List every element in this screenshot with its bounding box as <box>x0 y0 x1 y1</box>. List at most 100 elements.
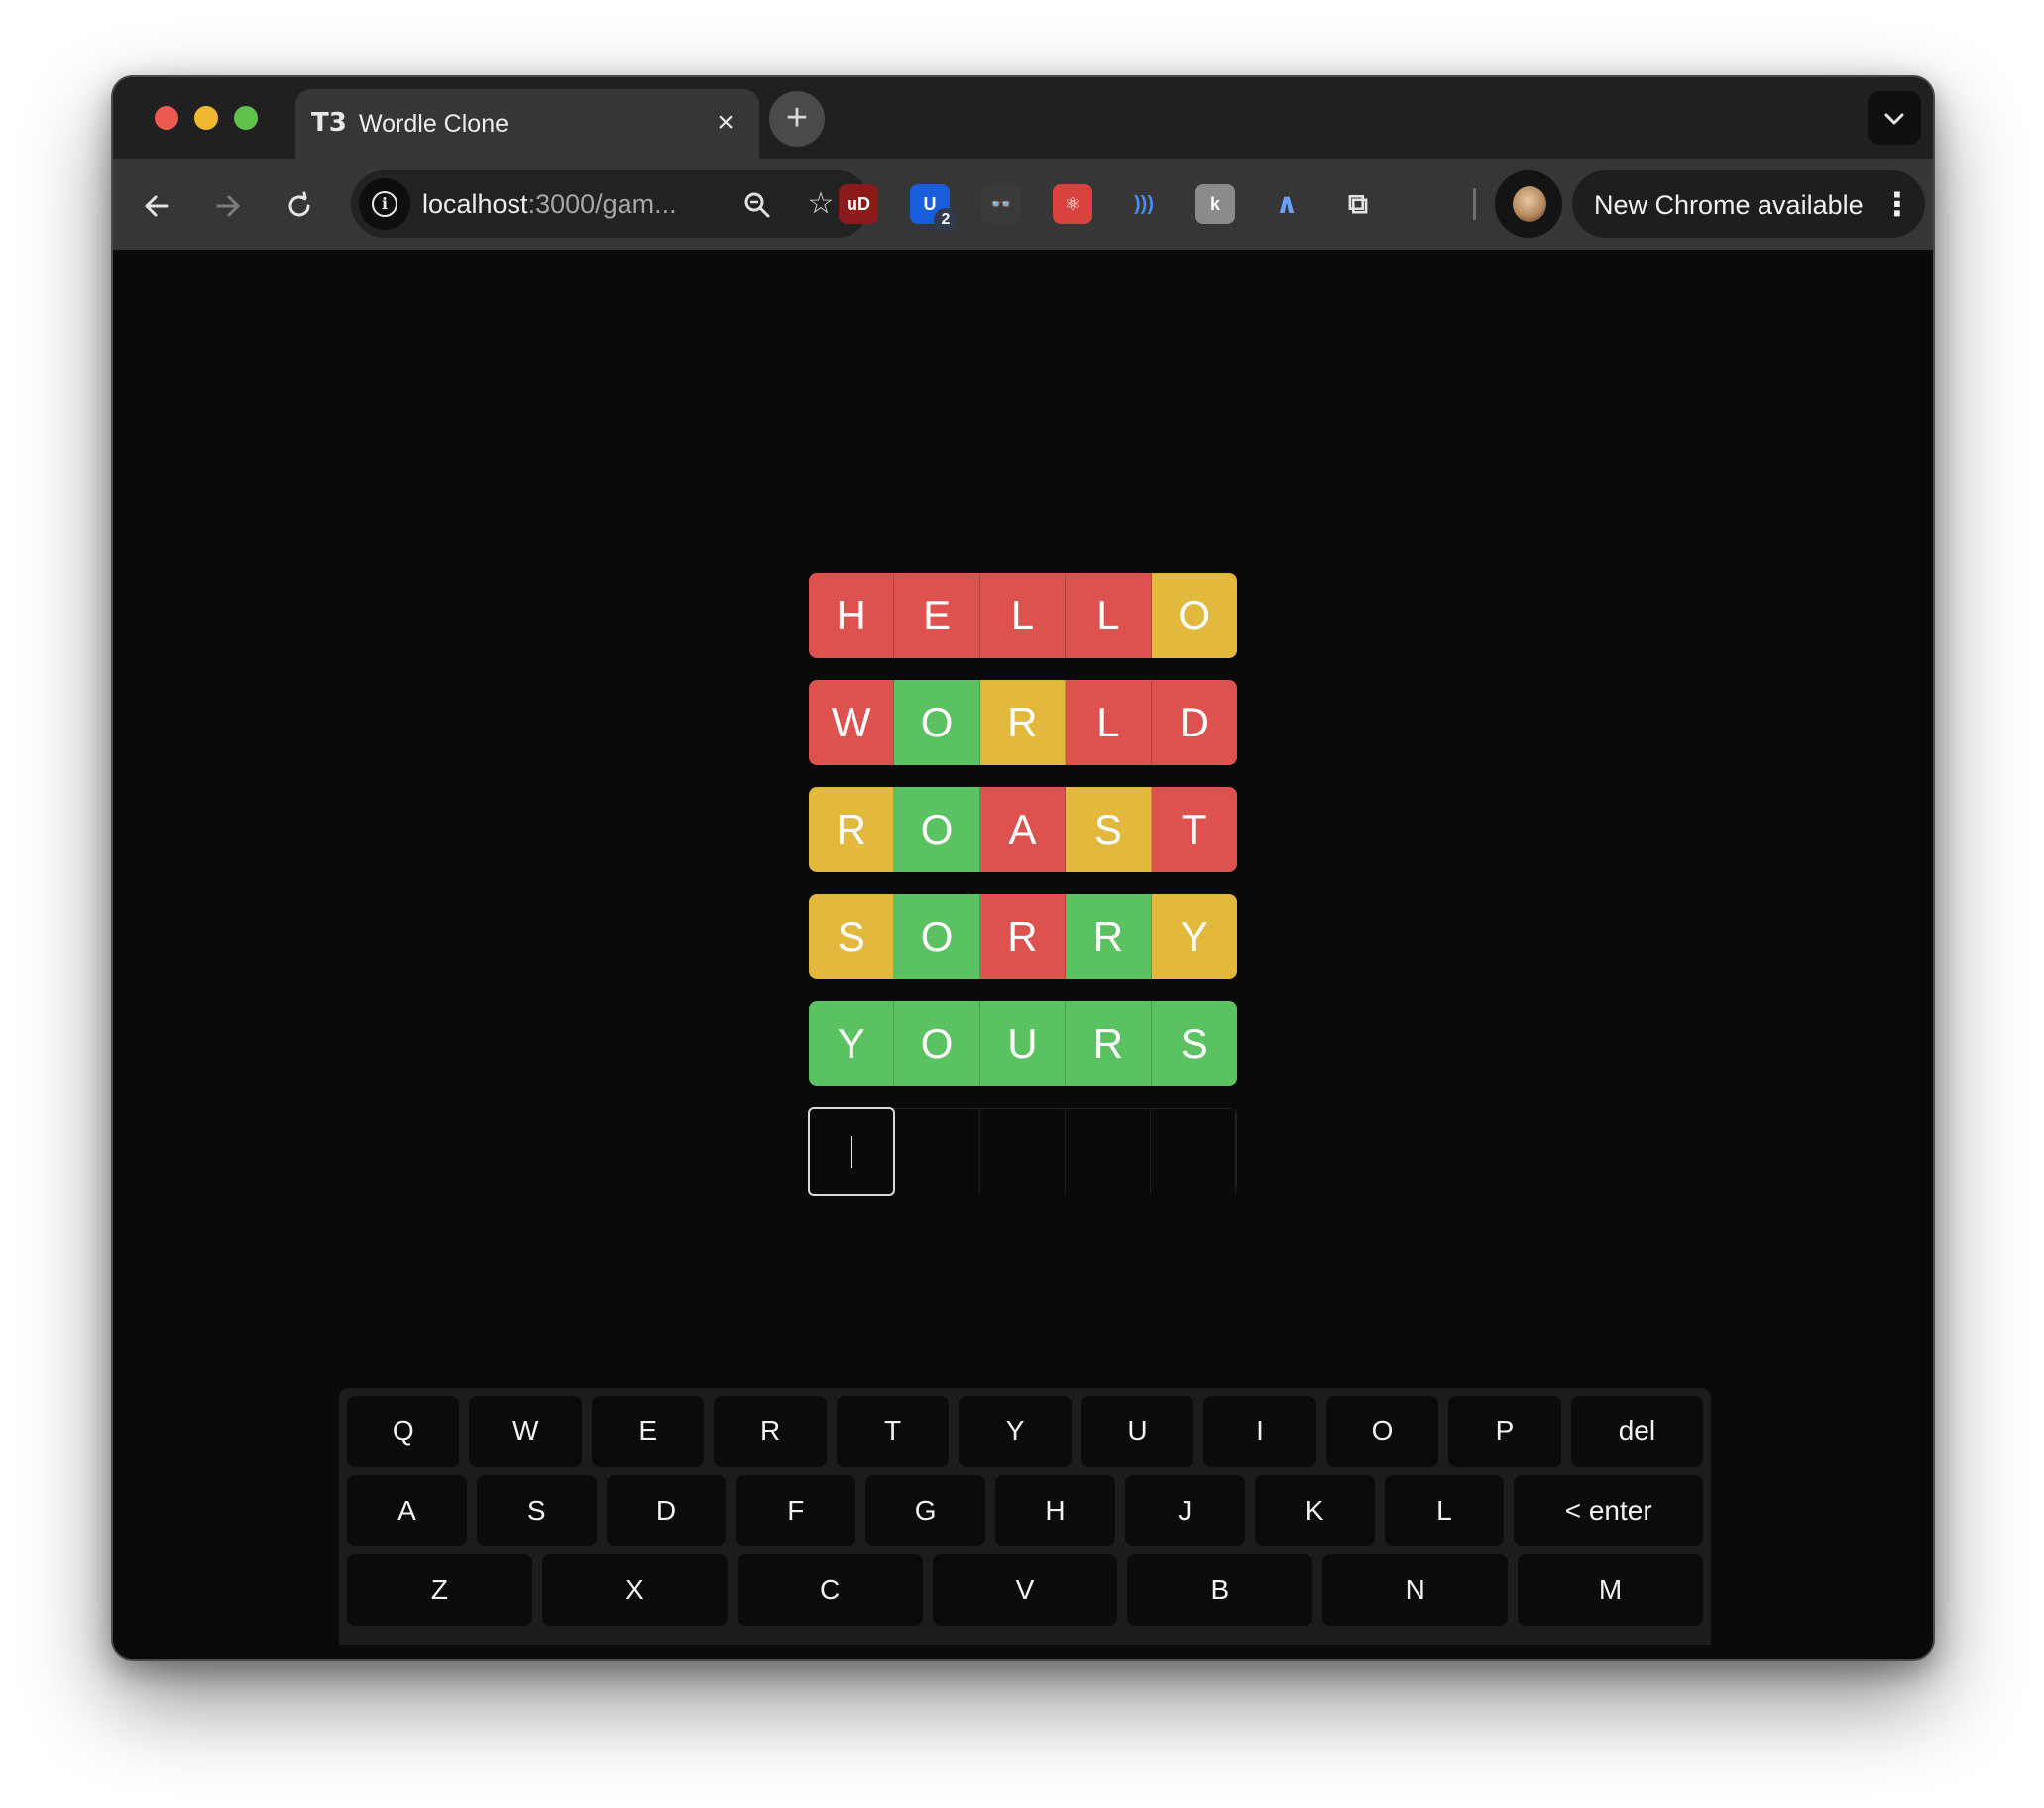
new-chrome-available-button[interactable]: New Chrome available ⋮ <box>1572 170 1925 238</box>
close-tab-icon[interactable]: × <box>706 103 745 143</box>
key-l[interactable]: L <box>1384 1475 1505 1546</box>
update-label: New Chrome available <box>1594 190 1864 220</box>
key-o[interactable]: O <box>1325 1396 1439 1467</box>
react-devtools-extension-icon[interactable]: ⚛ <box>1053 184 1092 224</box>
minimize-window-button[interactable] <box>194 106 218 130</box>
close-window-button[interactable] <box>155 106 178 130</box>
tab-strip: T3 Wordle Clone × + <box>113 77 1933 159</box>
empty-input-tile[interactable] <box>895 1109 980 1194</box>
empty-input-tile[interactable] <box>980 1109 1066 1194</box>
active-input-tile[interactable] <box>808 1107 895 1196</box>
profile-avatar[interactable] <box>1495 170 1562 238</box>
key-f[interactable]: F <box>736 1475 856 1546</box>
maximize-window-button[interactable] <box>234 106 258 130</box>
forward-arrow-icon[interactable] <box>204 180 252 228</box>
bitwarden-extension-icon[interactable]: U2 <box>910 184 958 232</box>
ublock-origin-extension-icon[interactable]: uD <box>839 184 878 224</box>
keyboard-helper-extension-icon[interactable]: k <box>1195 184 1235 224</box>
text-cursor <box>851 1136 852 1168</box>
letter-tile-correct: R <box>1066 894 1152 979</box>
url-text[interactable]: localhost:3000/gam... <box>422 188 677 220</box>
guess-row: SORRY <box>809 894 1237 979</box>
address-bar[interactable]: i localhost:3000/gam... ☆ <box>351 170 870 238</box>
url-host: localhost <box>422 189 528 219</box>
tab-wordle-clone[interactable]: T3 Wordle Clone × <box>295 89 759 159</box>
spy-glasses-extension-icon[interactable]: 👓 <box>981 184 1021 224</box>
letter-tile-absent: E <box>894 573 980 658</box>
letter-tile-absent: L <box>1066 680 1152 765</box>
letter-tile-absent: H <box>809 573 895 658</box>
key-r[interactable]: R <box>714 1396 827 1467</box>
key-y[interactable]: Y <box>959 1396 1072 1467</box>
key-z[interactable]: Z <box>347 1554 532 1626</box>
key-x[interactable]: X <box>541 1554 728 1626</box>
key-b[interactable]: B <box>1127 1554 1313 1626</box>
on-screen-keyboard: Q W E R T Y U I O Pdel A S D F G H J K L < enter ZXCVBNM <box>339 1388 1711 1645</box>
letter-tile-absent: L <box>979 573 1067 658</box>
enter-key[interactable]: < enter <box>1514 1475 1704 1546</box>
key-j[interactable]: J <box>1124 1475 1245 1546</box>
guess-row: WORLD <box>809 680 1237 765</box>
key-u[interactable]: U <box>1080 1396 1194 1467</box>
keyboard-row-1: Q W E R T Y U I O Pdel <box>347 1396 1704 1467</box>
info-icon: i <box>372 191 397 217</box>
letter-tile-present: S <box>809 894 895 979</box>
page-content: HELLOWORLDROASTSORRYYOURS Q W E R T Y U I O Pdel … <box>113 250 1933 1659</box>
keyboard-row-2: A S D F G H J K L < enter <box>347 1475 1704 1546</box>
key-i[interactable]: I <box>1203 1396 1316 1467</box>
back-arrow-icon[interactable] <box>133 180 180 228</box>
key-w[interactable]: W <box>469 1396 582 1467</box>
letter-tile-correct: O <box>894 680 980 765</box>
letter-tile-correct: Y <box>809 1001 895 1086</box>
guess-row: ROAST <box>809 787 1237 872</box>
key-t[interactable]: T <box>836 1396 950 1467</box>
reload-icon[interactable] <box>276 180 323 228</box>
game-board: HELLOWORLDROASTSORRYYOURS <box>808 573 1237 1215</box>
letter-tile-absent: D <box>1151 680 1237 765</box>
key-n[interactable]: N <box>1322 1554 1509 1626</box>
key-s[interactable]: S <box>476 1475 597 1546</box>
key-p[interactable]: P <box>1448 1396 1561 1467</box>
current-input-row[interactable] <box>808 1107 1237 1196</box>
new-tab-button[interactable]: + <box>769 91 825 147</box>
arc-extension-extension-icon[interactable]: ∧ <box>1267 184 1306 224</box>
guess-row: HELLO <box>809 573 1237 658</box>
key-g[interactable]: G <box>865 1475 986 1546</box>
letter-tile-present: O <box>1151 573 1237 658</box>
zoom-icon[interactable] <box>738 184 777 224</box>
tab-title: Wordle Clone <box>359 110 510 138</box>
letter-tile-present: S <box>1066 787 1152 872</box>
empty-input-tile[interactable] <box>1151 1109 1236 1194</box>
key-h[interactable]: H <box>995 1475 1115 1546</box>
toolbar-divider <box>1473 188 1476 220</box>
letter-tile-absent: A <box>979 787 1067 872</box>
key-d[interactable]: D <box>606 1475 727 1546</box>
kebab-menu-icon[interactable]: ⋮ <box>1881 182 1913 226</box>
letter-tile-correct: U <box>979 1001 1067 1086</box>
letter-tile-absent: W <box>809 680 895 765</box>
letter-tile-correct: O <box>894 1001 980 1086</box>
key-c[interactable]: C <box>737 1554 923 1626</box>
t3-favicon-icon: T3 <box>311 108 347 138</box>
avatar-image <box>1513 186 1546 222</box>
guess-row: YOURS <box>809 1001 1237 1086</box>
letter-tile-correct: O <box>894 787 980 872</box>
site-info-button[interactable]: i <box>359 178 410 230</box>
key-e[interactable]: E <box>591 1396 705 1467</box>
letter-tile-absent: R <box>979 894 1067 979</box>
letter-tile-present: R <box>809 787 895 872</box>
wifi-signal-extension-icon[interactable]: ))) <box>1124 184 1164 224</box>
tab-search-chevron-icon[interactable] <box>1868 91 1921 145</box>
keyboard-row-3: ZXCVBNM <box>347 1554 1704 1626</box>
letter-tile-correct: R <box>1066 1001 1152 1086</box>
key-a[interactable]: A <box>347 1475 467 1546</box>
letter-tile-absent: L <box>1066 573 1152 658</box>
key-m[interactable]: M <box>1518 1554 1704 1626</box>
bookmark-star-icon[interactable]: ☆ <box>801 184 841 224</box>
key-v[interactable]: V <box>932 1554 1118 1626</box>
puzzle-extensions-extension-icon[interactable]: ⧉ <box>1338 184 1378 224</box>
delete-key[interactable]: del <box>1570 1396 1704 1467</box>
key-k[interactable]: K <box>1254 1475 1375 1546</box>
empty-input-tile[interactable] <box>1066 1109 1151 1194</box>
key-q[interactable]: Q <box>347 1396 460 1467</box>
